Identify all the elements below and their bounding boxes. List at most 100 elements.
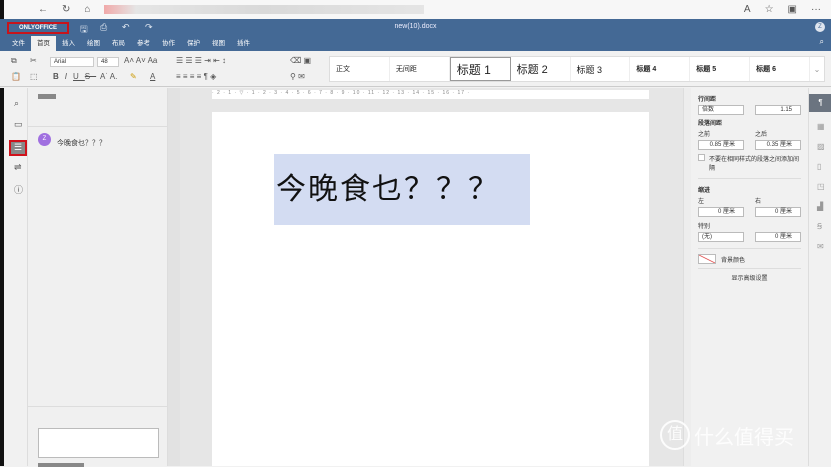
comments-icon[interactable]: ▭ xyxy=(14,119,23,130)
copy-style-icon[interactable]: ⚲ ✉ xyxy=(290,72,305,81)
back-icon[interactable]: ← xyxy=(38,4,48,15)
tab-references[interactable]: 参考 xyxy=(131,36,156,51)
app-header: new(10).docx ONLYOFFICE 🖫 ⎙ ↶ ↷ Z ⌕ 文件 首… xyxy=(0,19,831,51)
copy-icon[interactable]: ⧉ xyxy=(11,56,17,66)
tab-protect[interactable]: 保护 xyxy=(181,36,206,51)
horizontal-ruler[interactable]: · 2 · 1 · ▽ · 1 · 2 · 3 · 4 · 5 · 6 · 7 … xyxy=(212,90,649,99)
chevron-down-icon[interactable]: ⌄ xyxy=(810,57,824,81)
select-all-icon[interactable]: ⬚ xyxy=(30,72,38,81)
print-icon[interactable]: ⎙ xyxy=(100,22,107,33)
avatar: Z xyxy=(38,133,51,146)
before-spacing-input[interactable]: 0.85 厘米 xyxy=(698,140,744,150)
paste-icon[interactable]: 📋 xyxy=(11,72,21,81)
left-indent-input[interactable]: 0 厘米 xyxy=(698,207,744,217)
chat-input[interactable] xyxy=(38,428,159,458)
info-icon[interactable]: ⓘ xyxy=(14,183,23,196)
left-label: 左 xyxy=(698,199,705,205)
search-icon[interactable]: ⌕ xyxy=(820,37,824,47)
tab-draw[interactable]: 绘图 xyxy=(81,36,106,51)
reload-icon[interactable]: ↻ xyxy=(62,4,70,15)
font-format-icons[interactable]: BIUS xyxy=(53,72,96,81)
tab-home[interactable]: 首页 xyxy=(31,36,56,51)
right-indent-input[interactable]: 0 厘米 xyxy=(755,207,801,217)
clear-format-icon[interactable]: ⌫ ▣ xyxy=(290,56,311,65)
chart-settings-icon[interactable]: ▟ xyxy=(817,202,823,211)
search-icon[interactable]: ⌕ xyxy=(14,98,19,109)
font-size-select[interactable]: 48 xyxy=(97,57,119,67)
shape-settings-icon[interactable]: ◳ xyxy=(817,182,825,191)
cut-icon[interactable]: ✂ xyxy=(30,56,37,65)
special-indent-input[interactable]: 0 厘米 xyxy=(755,232,801,242)
style-no-spacing[interactable]: 无间距 xyxy=(390,57,450,81)
special-label: 特别 xyxy=(698,224,711,230)
paragraph-spacing-label: 段落间距 xyxy=(698,121,723,127)
style-heading-3[interactable]: 标题 3 xyxy=(571,57,631,81)
style-gallery: 正文 无间距 标题 1 标题 2 标题 3 标题 4 标题 5 标题 6 ⌄ xyxy=(329,56,825,82)
style-normal[interactable]: 正文 xyxy=(330,57,390,81)
home-icon[interactable]: ⌂ xyxy=(84,4,90,15)
paragraph-settings-panel: 行间距 倍数 1.15 段落间距 之前 之后 0.85 厘米 0.35 厘米 不要在相… xyxy=(691,88,808,466)
user-avatar[interactable]: Z xyxy=(815,22,825,32)
navigation-icon[interactable]: ⇌ xyxy=(14,162,22,173)
tab-view[interactable]: 视图 xyxy=(206,36,231,51)
background-color-picker[interactable] xyxy=(698,254,716,264)
tab-layout[interactable]: 布局 xyxy=(106,36,131,51)
style-heading-4[interactable]: 标题 4 xyxy=(630,57,691,81)
align-icons[interactable]: ≡ ≡ ≡ ≡ ¶ ◈ xyxy=(176,72,216,81)
browser-bar: ← ↻ ⌂ A ☆ ▣ ··· xyxy=(0,0,831,19)
favorite-icon[interactable]: ☆ xyxy=(765,4,774,15)
special-indent-select[interactable]: (无) xyxy=(698,232,744,242)
watermark-logo-icon: 值 xyxy=(660,420,690,450)
chat-icon[interactable]: ☰ xyxy=(9,140,27,156)
background-color-label: 背景颜色 xyxy=(721,257,746,264)
extensions-icon[interactable]: ▣ xyxy=(788,4,797,15)
show-advanced-settings-link[interactable]: 显示高级设置 xyxy=(698,273,801,282)
address-bar[interactable] xyxy=(104,5,425,14)
document-text[interactable]: 今晚食乜？？？ xyxy=(274,154,530,225)
no-space-checkbox[interactable] xyxy=(698,154,705,161)
list-icons[interactable]: ☰ ☰ ☰ ⇥ ⇤ ↕ xyxy=(176,56,226,65)
table-settings-icon[interactable]: ▦ xyxy=(817,122,825,131)
paragraph-settings-icon[interactable]: ¶ xyxy=(809,94,831,112)
line-spacing-mode-select[interactable]: 倍数 xyxy=(698,105,744,115)
left-sidebar: ⌕ ▭ ☰ ⇌ ⓘ xyxy=(0,88,28,466)
tab-insert[interactable]: 插入 xyxy=(56,36,81,51)
watermark-text: 什么值得买 xyxy=(694,426,794,449)
chat-message: 今晚食乜？？？ xyxy=(57,140,106,147)
superscript-icon[interactable]: A˙ A. xyxy=(100,72,117,81)
text-art-icon[interactable]: Ꞩ xyxy=(817,222,822,231)
menu-tabs: 文件 首页 插入 绘图 布局 参考 协作 保护 视图 插件 xyxy=(6,36,256,51)
font-color-icon[interactable]: A xyxy=(150,72,155,81)
read-aloud-icon[interactable]: A xyxy=(744,4,751,15)
font-size-increase-icon[interactable]: A˄ A˅ Aa xyxy=(124,56,157,65)
tab-collaborate[interactable]: 协作 xyxy=(156,36,181,51)
after-spacing-input[interactable]: 0.35 厘米 xyxy=(755,140,801,150)
onlyoffice-logo[interactable]: ONLYOFFICE xyxy=(7,22,69,34)
indent-label: 缩进 xyxy=(698,188,711,194)
vertical-scrollbar[interactable] xyxy=(683,88,691,466)
right-label: 右 xyxy=(755,199,762,205)
highlight-icon[interactable]: ✎ xyxy=(130,72,137,81)
right-sidebar: ¶ ▦ ▨ ▯ ◳ ▟ Ꞩ ✉ xyxy=(808,88,831,466)
vertical-ruler xyxy=(168,88,180,466)
no-space-label: 不要在相同样式的段落之间添加间隔 xyxy=(709,157,800,172)
tab-plugins[interactable]: 插件 xyxy=(231,36,256,51)
font-name-select[interactable]: Arial xyxy=(50,57,94,67)
style-heading-1[interactable]: 标题 1 xyxy=(449,57,511,81)
send-button[interactable] xyxy=(38,463,84,467)
panel-header-blur xyxy=(38,94,56,99)
before-label: 之前 xyxy=(698,132,711,138)
image-settings-icon[interactable]: ▨ xyxy=(817,142,825,151)
mail-merge-icon[interactable]: ✉ xyxy=(817,242,824,251)
redo-icon[interactable]: ↷ xyxy=(145,22,153,33)
tab-file[interactable]: 文件 xyxy=(6,36,31,51)
line-spacing-input[interactable]: 1.15 xyxy=(755,105,801,115)
style-heading-5[interactable]: 标题 5 xyxy=(690,57,751,81)
undo-icon[interactable]: ↶ xyxy=(122,22,130,33)
style-heading-6[interactable]: 标题 6 xyxy=(750,57,810,81)
more-icon[interactable]: ··· xyxy=(811,4,821,15)
after-label: 之后 xyxy=(755,132,768,138)
header-footer-icon[interactable]: ▯ xyxy=(817,162,821,171)
style-heading-2[interactable]: 标题 2 xyxy=(511,57,571,81)
line-spacing-label: 行间距 xyxy=(698,97,717,103)
